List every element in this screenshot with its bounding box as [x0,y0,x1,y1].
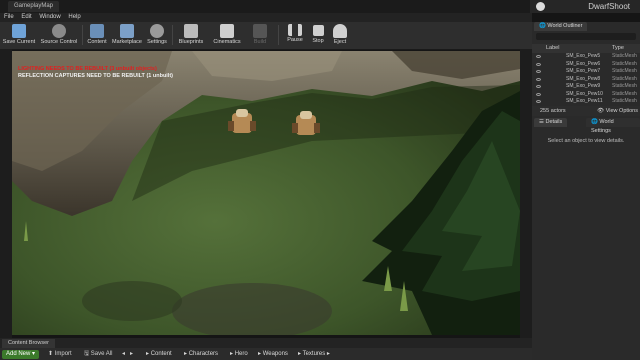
visibility-eye-icon[interactable] [536,100,541,103]
viewport-left-border [0,49,12,338]
eject-icon [333,24,347,38]
import-button[interactable]: ⬆ Import [48,348,72,360]
breadcrumb-characters[interactable]: ▸ Characters [184,348,218,360]
outliner-row[interactable]: SM_Exo_Pew9 StaticMesh [532,83,640,91]
menu-file[interactable]: File [4,13,14,22]
toolbar-separator [172,25,173,45]
outliner-row[interactable]: SM_Exo_Pew11 StaticMesh [532,98,640,106]
project-name-area: DwarfShoot [530,0,640,13]
outliner-row[interactable]: SM_Exo_Pew5 StaticMesh [532,53,640,61]
save-icon [12,24,26,38]
details-empty-message: Select an object to view details. [547,138,625,144]
main-toolbar: Save Current Source Control Content Mark… [0,22,532,50]
details-tab[interactable]: ☰ Details [534,118,568,127]
visibility-eye-icon[interactable] [536,70,541,73]
scene-render [12,51,520,335]
world-outliner-panel: 🌐 World Outliner Label Type SM_Exo_Pew5 S… [532,22,640,118]
visibility-eye-icon[interactable] [536,55,541,58]
visibility-eye-icon[interactable] [536,85,541,88]
world-outliner-tab[interactable]: 🌐 World Outliner [534,22,588,31]
eject-button[interactable]: Eject [330,23,350,48]
source-control-button[interactable]: Source Control [38,23,80,48]
save-all-button[interactable]: 🖫 Save All [84,348,112,360]
outliner-row[interactable]: SM_Exo_Pew10 StaticMesh [532,91,640,99]
settings-button[interactable]: Settings [145,23,169,48]
document-tab[interactable]: GameplayMap [8,1,60,12]
menu-help[interactable]: Help [68,13,80,22]
breadcrumb-content[interactable]: ▸ Content [146,348,172,360]
content-icon [90,24,104,38]
outliner-row[interactable]: SM_Exo_Pew7 StaticMesh [532,68,640,76]
content-browser-toolbar: Add New ▾ ⬆ Import 🖫 Save All ◂ ▸ ▸ Cont… [0,348,532,360]
toolbar-separator [278,25,279,45]
cinematics-icon [220,24,234,38]
content-browser-tab[interactable]: Content Browser [2,339,55,348]
history-back-icon[interactable]: ◂ [122,348,125,360]
breadcrumb-textures[interactable]: ▸ Textures ▸ [298,348,330,360]
content-browser-tabbar: Content Browser [0,338,532,348]
toolbar-separator [82,25,83,45]
blueprints-button[interactable]: Blueprints [176,23,206,48]
menu-window[interactable]: Window [39,13,60,22]
outliner-row[interactable]: SM_Exo_Pew8 StaticMesh [532,76,640,84]
menu-bar: File Edit Window Help [0,13,532,22]
add-new-button[interactable]: Add New ▾ [2,350,40,359]
build-button[interactable]: Build [248,23,272,48]
actor-count: 255 actors [540,108,566,114]
blueprints-icon [184,24,198,38]
marketplace-button[interactable]: Marketplace [111,23,143,48]
view-options-button[interactable]: 👁 View Options [597,106,638,116]
reflection-warning: REFLECTION CAPTURES NEED TO BE REBUILT (… [18,73,174,79]
outliner-row[interactable]: SM_Exo_Pew6 StaticMesh [532,61,640,69]
settings-icon [150,24,164,38]
build-icon [253,24,267,38]
title-bar: GameplayMap DwarfShoot [0,0,640,13]
cinematics-button[interactable]: Cinematics [210,23,244,48]
visibility-eye-icon[interactable] [536,77,541,81]
outliner-header: Label Type [532,44,640,53]
save-current-button[interactable]: Save Current [2,23,36,48]
unreal-logo-icon [536,2,545,11]
content-button[interactable]: Content [85,23,109,48]
source-control-icon [52,24,66,38]
outliner-search-input[interactable] [536,33,636,40]
history-forward-icon[interactable]: ▸ [130,348,133,360]
right-lower-panel [532,338,640,360]
pause-icon [288,24,302,36]
type-column-header[interactable]: Type [612,44,624,53]
breadcrumb-weapons[interactable]: ▸ Weapons [258,348,288,360]
visibility-eye-icon[interactable] [536,92,541,96]
breadcrumb-hero[interactable]: ▸ Hero [230,348,248,360]
menu-edit[interactable]: Edit [21,13,31,22]
visibility-eye-icon[interactable] [536,62,541,66]
stop-button[interactable]: Stop [308,23,328,48]
viewport-right-border [520,49,532,338]
project-name: DwarfShoot [588,2,630,11]
world-settings-tab[interactable]: 🌐 World Settings [586,118,640,134]
pause-button[interactable]: Pause [284,23,306,48]
marketplace-icon [120,24,134,38]
level-viewport[interactable]: LIGHTING NEEDS TO BE REBUILT (3 unbuilt … [12,51,520,335]
stop-icon [312,25,324,36]
lighting-warning: LIGHTING NEEDS TO BE REBUILT (3 unbuilt … [18,66,157,72]
label-column-header[interactable]: Label [546,44,559,53]
details-panel: ☰ Details 🌐 World Settings Select an obj… [532,118,640,338]
outliner-footer: 255 actors 👁 View Options [532,106,640,116]
